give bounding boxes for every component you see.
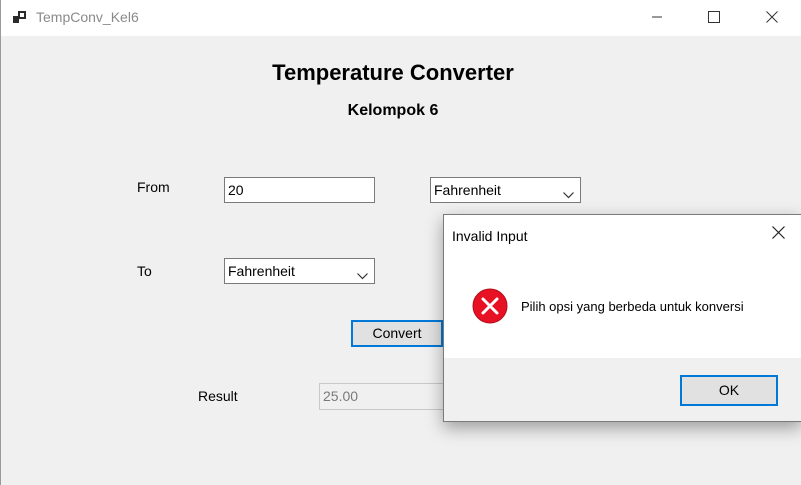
window-title: TempConv_Kel6: [36, 9, 139, 25]
minimize-button[interactable]: [628, 0, 686, 34]
chevron-down-icon: [357, 267, 368, 283]
to-unit-select[interactable]: Fahrenheit: [224, 258, 375, 284]
from-unit-text: Fahrenheit: [434, 182, 501, 198]
chevron-down-icon: [563, 186, 574, 202]
dialog-close-button[interactable]: [755, 215, 801, 255]
from-label: From: [137, 179, 170, 195]
dialog-title: Invalid Input: [452, 228, 528, 244]
close-icon: [766, 11, 778, 23]
result-label: Result: [198, 388, 238, 404]
dialog-footer: OK: [444, 358, 801, 421]
from-unit-select[interactable]: Fahrenheit: [430, 177, 581, 203]
to-label: To: [137, 263, 152, 279]
error-dialog: Invalid Input Pilih opsi yang berbeda un…: [443, 214, 801, 422]
app-icon: [12, 9, 28, 25]
to-unit-text: Fahrenheit: [228, 263, 295, 279]
result-output: 25.00: [319, 383, 445, 410]
from-value-text: 20: [228, 182, 244, 198]
page-title: Temperature Converter: [272, 60, 514, 85]
close-icon: [771, 226, 785, 244]
dialog-message: Pilih opsi yang berbeda untuk konversi: [521, 299, 744, 314]
page-subtitle: Kelompok 6: [347, 102, 439, 119]
title-bar[interactable]: TempConv_Kel6: [1, 0, 801, 36]
main-window: TempConv_Kel6 Temperature Converter Kelo…: [0, 0, 801, 485]
maximize-button[interactable]: [685, 0, 743, 34]
maximize-icon: [708, 11, 720, 23]
minimize-icon: [651, 11, 663, 23]
close-button[interactable]: [743, 0, 801, 34]
error-icon: [472, 288, 508, 324]
convert-button[interactable]: Convert: [351, 320, 443, 347]
ok-button[interactable]: OK: [680, 375, 778, 406]
result-value-text: 25.00: [323, 388, 359, 404]
from-value-input[interactable]: 20: [224, 177, 375, 203]
